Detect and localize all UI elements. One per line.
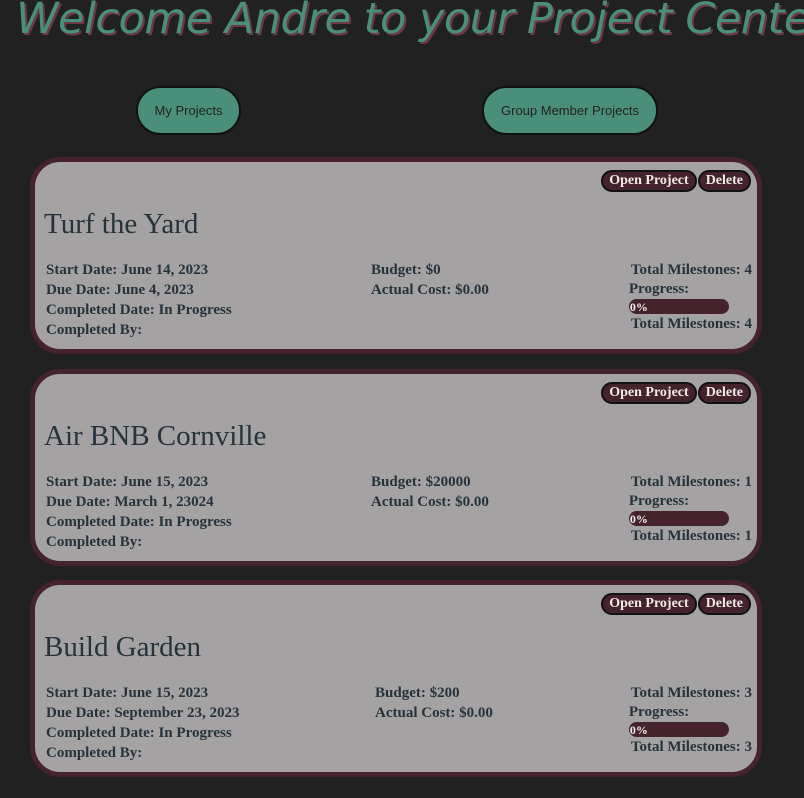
actual-cost: Actual Cost: $0.00	[371, 494, 489, 510]
project-dates: Start Date: June 14, 2023 Due Date: June…	[46, 260, 232, 340]
total-milestones-bottom: Total Milestones: 3	[630, 739, 752, 755]
project-costs: Budget: $0 Actual Cost: $0.00	[371, 260, 489, 300]
progress-bar: 0%	[628, 722, 729, 737]
project-milestones: Total Milestones: 3 Progress: 0% Total M…	[628, 683, 752, 757]
project-title: Turf the Yard	[44, 208, 199, 240]
due-date: Due Date: September 23, 2023	[46, 705, 240, 721]
total-milestones: Total Milestones: 1	[630, 474, 752, 490]
budget: Budget: $0	[371, 262, 441, 278]
completed-by: Completed By:	[46, 322, 143, 338]
delete-button[interactable]: Delete	[697, 170, 751, 192]
completed-date: Completed Date: In Progress	[46, 514, 232, 530]
project-title: Air BNB Cornville	[44, 420, 267, 452]
open-project-button[interactable]: Open Project	[601, 170, 697, 192]
budget: Budget: $20000	[371, 474, 471, 490]
completed-date: Completed Date: In Progress	[46, 725, 232, 741]
start-date: Start Date: June 15, 2023	[46, 474, 209, 490]
card-actions: Open Project Delete	[601, 170, 751, 192]
progress-text: 0%	[629, 300, 648, 314]
start-date: Start Date: June 14, 2023	[46, 262, 209, 278]
welcome-heading: Welcome Andre to your Project Center	[16, 0, 804, 44]
actual-cost: Actual Cost: $0.00	[371, 282, 489, 298]
total-milestones-bottom: Total Milestones: 1	[630, 528, 752, 544]
actual-cost: Actual Cost: $0.00	[375, 705, 493, 721]
progress-bar: 0%	[628, 299, 729, 314]
delete-button[interactable]: Delete	[697, 382, 751, 404]
project-center-page: Welcome Andre to your Project Center My …	[0, 0, 804, 798]
total-milestones: Total Milestones: 3	[630, 685, 752, 701]
my-projects-button[interactable]: My Projects	[136, 86, 241, 135]
due-date: Due Date: June 4, 2023	[46, 282, 194, 298]
project-dates: Start Date: June 15, 2023 Due Date: Marc…	[46, 472, 232, 552]
progress-text: 0%	[629, 512, 648, 526]
open-project-button[interactable]: Open Project	[601, 593, 697, 615]
project-card: Open Project Delete Turf the Yard Start …	[30, 157, 762, 354]
project-milestones: Total Milestones: 4 Progress: 0% Total M…	[628, 260, 752, 334]
project-dates: Start Date: June 15, 2023 Due Date: Sept…	[46, 683, 239, 763]
delete-button[interactable]: Delete	[697, 593, 751, 615]
group-member-projects-button[interactable]: Group Member Projects	[482, 86, 658, 135]
completed-by: Completed By:	[46, 534, 143, 550]
completed-date: Completed Date: In Progress	[46, 302, 232, 318]
total-milestones: Total Milestones: 4	[630, 262, 752, 278]
budget: Budget: $200	[375, 685, 460, 701]
total-milestones-bottom: Total Milestones: 4	[630, 316, 752, 332]
project-title: Build Garden	[44, 631, 202, 663]
project-card: Open Project Delete Build Garden Start D…	[30, 580, 762, 777]
card-actions: Open Project Delete	[601, 382, 751, 404]
open-project-button[interactable]: Open Project	[601, 382, 697, 404]
progress-bar: 0%	[628, 511, 729, 526]
start-date: Start Date: June 15, 2023	[46, 685, 209, 701]
completed-by: Completed By:	[46, 745, 143, 761]
project-card: Open Project Delete Air BNB Cornville St…	[30, 369, 762, 566]
project-costs: Budget: $20000 Actual Cost: $0.00	[371, 472, 489, 512]
project-milestones: Total Milestones: 1 Progress: 0% Total M…	[628, 472, 752, 546]
card-actions: Open Project Delete	[601, 593, 751, 615]
project-costs: Budget: $200 Actual Cost: $0.00	[375, 683, 493, 723]
due-date: Due Date: March 1, 23024	[46, 494, 214, 510]
progress-text: 0%	[629, 723, 648, 737]
